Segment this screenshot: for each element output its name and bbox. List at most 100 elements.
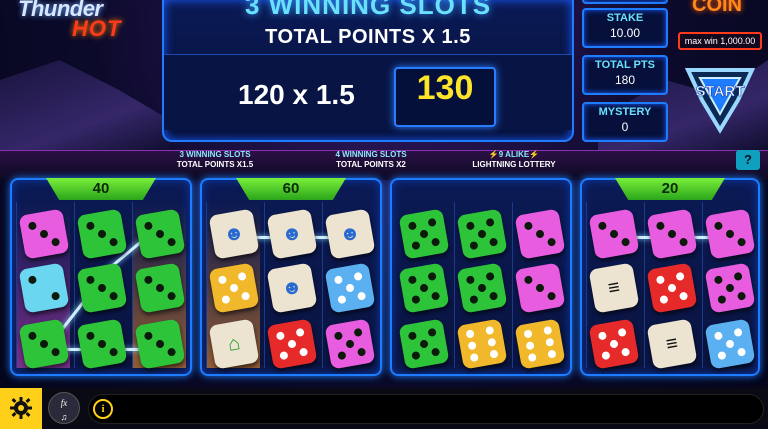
dice-pip — [469, 353, 480, 363]
calc-area: 120 x 1.5 130 — [164, 54, 572, 130]
dice-symbol: ☻ — [324, 208, 376, 260]
dice-pip — [240, 291, 250, 301]
dice-pip — [86, 275, 96, 285]
dice-pip — [144, 221, 154, 231]
dice-pip — [221, 294, 231, 304]
dice-pip — [411, 240, 421, 250]
stake-box: STAKE 10.00 — [582, 8, 668, 48]
dice-pip — [527, 353, 538, 363]
dice-pip — [276, 331, 286, 341]
dice-pip — [419, 283, 429, 293]
dice-pip — [237, 272, 247, 282]
dice-pip — [353, 328, 363, 338]
dice-pip — [408, 221, 418, 231]
dice-pip — [39, 229, 49, 239]
dice-pip — [97, 283, 107, 293]
dice-symbol — [266, 318, 318, 370]
dice-pip — [427, 218, 437, 228]
dice-pip — [356, 347, 366, 357]
dice-symbol — [18, 262, 70, 314]
dice-pip — [39, 339, 49, 349]
help-button[interactable]: ? — [736, 150, 760, 170]
dice-pip — [28, 275, 38, 285]
dice-pip — [535, 229, 545, 239]
dice-pip — [467, 341, 478, 351]
dice-pip — [97, 229, 107, 239]
dice-glyph-icon: ☻ — [279, 220, 305, 247]
dice-pip — [86, 221, 96, 231]
dice-pip — [287, 339, 297, 349]
dice-pip — [544, 337, 555, 347]
dice-pip — [86, 331, 96, 341]
stake-label: STAKE — [606, 12, 644, 24]
dice-pip — [524, 275, 534, 285]
dice-pip — [298, 347, 308, 357]
dice-pip — [598, 331, 608, 341]
logo-line2: HOT — [72, 16, 122, 41]
dice-pip — [489, 349, 499, 360]
dice-pip — [736, 347, 746, 357]
win-subtitle: TOTAL POINTS X 1.5 — [265, 26, 471, 48]
dice-pip — [609, 339, 619, 349]
calc-expression: 120 x 1.5 — [238, 79, 355, 110]
dice-pip — [733, 272, 743, 282]
dice-symbol — [456, 318, 508, 370]
dice-pip — [345, 339, 355, 349]
win-panel: 3 WINNING SLOTS TOTAL POINTS X 1.5 120 x… — [162, 0, 574, 142]
dice-pip — [295, 328, 305, 338]
dice-symbol — [398, 318, 450, 370]
dice-glyph-icon: ≡ — [664, 331, 680, 356]
dice-pip — [466, 221, 476, 231]
dice-pip — [620, 347, 630, 357]
dice-pip — [279, 350, 289, 360]
dice-pip — [485, 218, 495, 228]
coin-label[interactable]: COIN — [692, 0, 742, 17]
dice-symbol — [646, 208, 698, 260]
game-logo: Thunder HOT — [6, 0, 156, 42]
dice-symbol — [18, 318, 70, 370]
dice-symbol: ☻ — [266, 262, 318, 314]
multiplier-1-line2: TOTAL POINTS X1.5 — [176, 160, 254, 169]
dice-pip — [542, 325, 553, 335]
max-win-label: max win 1,000.00 — [678, 32, 762, 50]
dice-pip — [477, 283, 487, 293]
dice-pip — [144, 275, 154, 285]
reel-1-pay: 40 — [46, 178, 156, 200]
start-button[interactable]: START — [680, 60, 760, 136]
sound-fx-button[interactable]: fx ♫ — [48, 392, 80, 424]
dice-pip — [155, 283, 165, 293]
dice-glyph-icon: ☻ — [279, 274, 305, 301]
dice-pip — [725, 339, 735, 349]
total-points-label: TOTAL PTS — [595, 59, 655, 71]
dice-symbol — [134, 208, 186, 260]
dice-pip — [108, 347, 118, 357]
calc-result: 130 — [394, 67, 496, 127]
dice-pip — [484, 325, 495, 335]
dice-pip — [430, 291, 440, 301]
total-points-value: 180 — [614, 73, 636, 87]
reel-4-pay: 20 — [615, 178, 725, 200]
dice-pip — [108, 237, 118, 247]
info-icon[interactable]: i — [93, 399, 113, 419]
dice-pip — [714, 221, 724, 231]
multiplier-2-line2: TOTAL POINTS X2 — [336, 160, 406, 169]
dice-pip — [229, 283, 239, 293]
dice-pip — [356, 291, 366, 301]
dice-pip — [144, 331, 154, 341]
dice-pip — [525, 341, 536, 351]
dice-symbol — [398, 262, 450, 314]
dice-pip — [486, 337, 497, 347]
dice-symbol: ☻ — [208, 208, 260, 260]
dice-pip — [97, 339, 107, 349]
settings-button[interactable] — [0, 388, 42, 429]
dice-pip — [678, 237, 688, 247]
dice-pip — [675, 272, 685, 282]
stake-value: 10.00 — [609, 26, 641, 40]
dice-pip — [488, 291, 498, 301]
dice-symbol: ≡ — [646, 318, 698, 370]
mystery-label: MYSTERY — [598, 106, 652, 118]
dice-symbol — [208, 262, 260, 314]
dice-symbol — [456, 208, 508, 260]
dice-pip — [488, 237, 498, 247]
dice-pip — [337, 294, 347, 304]
